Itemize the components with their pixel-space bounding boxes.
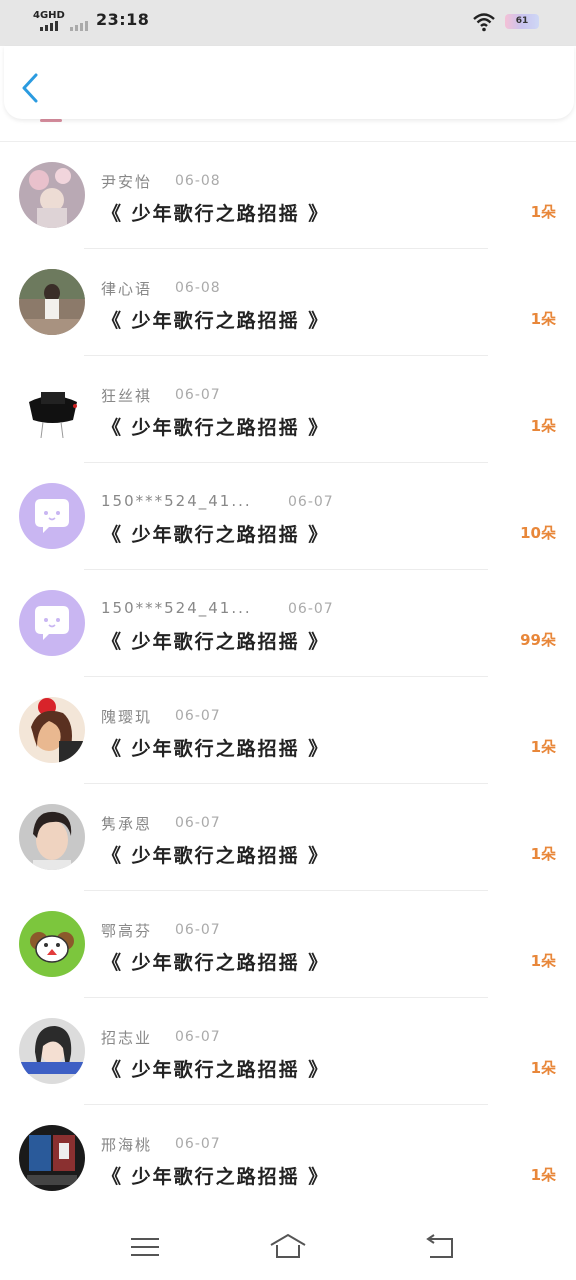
date: 06-08	[175, 280, 221, 296]
chevron-left-icon[interactable]	[18, 72, 42, 104]
book-title: 《 少年歌行之路招摇 》	[102, 952, 330, 974]
menu-icon[interactable]	[125, 1231, 165, 1263]
default-chat-avatar[interactable]	[19, 483, 85, 549]
book-title: 《 少年歌行之路招摇 》	[102, 203, 330, 225]
user-name: 律心语	[101, 280, 153, 298]
date: 06-07	[175, 387, 221, 403]
signal-icon	[40, 21, 58, 31]
flower-count: 1朵	[530, 952, 556, 970]
user-name: 狂丝祺	[101, 387, 153, 405]
default-chat-avatar[interactable]	[19, 590, 85, 656]
flower-count: 99朵	[520, 631, 556, 649]
date: 06-07	[175, 1029, 221, 1045]
user-name: 150***524_41...	[101, 599, 252, 617]
list-item[interactable]: 招志业 06-07 《 少年歌行之路招摇 》 1朵	[0, 998, 576, 1105]
list-item[interactable]: 尹安怡 06-08 《 少年歌行之路招摇 》 1朵	[0, 142, 576, 249]
user-name: 150***524_41...	[101, 492, 252, 510]
user-name: 鄂高芬	[101, 922, 153, 940]
list-item[interactable]: 狂丝祺 06-07 《 少年歌行之路招摇 》 1朵	[0, 356, 576, 463]
cartoon-sheep-avatar[interactable]	[19, 911, 85, 977]
wifi-icon	[473, 12, 495, 32]
battery-icon: 61	[505, 14, 539, 29]
flower-count: 1朵	[530, 1166, 556, 1184]
date: 06-07	[175, 708, 221, 724]
date: 06-07	[175, 922, 221, 938]
flower-count: 1朵	[530, 417, 556, 435]
home-icon[interactable]	[268, 1231, 308, 1263]
list-item-partial	[0, 119, 576, 142]
avatar[interactable]	[19, 697, 85, 763]
user-name: 邢海桃	[101, 1136, 153, 1154]
list-item[interactable]: 150***524_41... 06-07 《 少年歌行之路招摇 》 10朵	[0, 463, 576, 570]
avatar[interactable]	[19, 804, 85, 870]
date: 06-07	[288, 601, 334, 617]
status-bar: 4GHD 23:18 61	[0, 0, 576, 46]
list-item[interactable]: 律心语 06-08 《 少年歌行之路招摇 》 1朵	[0, 249, 576, 356]
user-name: 隗璎玑	[101, 708, 153, 726]
book-title: 《 少年歌行之路招摇 》	[102, 1166, 330, 1188]
user-name: 尹安怡	[101, 173, 153, 191]
system-nav-bar	[0, 1215, 576, 1280]
flower-count: 10朵	[520, 524, 556, 542]
book-title: 《 少年歌行之路招摇 》	[102, 738, 330, 760]
book-title: 《 少年歌行之路招摇 》	[102, 845, 330, 867]
flower-count: 1朵	[530, 1059, 556, 1077]
list-item[interactable]: 鄂高芬 06-07 《 少年歌行之路招摇 》 1朵	[0, 891, 576, 998]
list-item[interactable]: 隗璎玑 06-07 《 少年歌行之路招摇 》 1朵	[0, 677, 576, 784]
date: 06-07	[288, 494, 334, 510]
avatar[interactable]	[19, 376, 85, 442]
list-item[interactable]: 150***524_41... 06-07 《 少年歌行之路招摇 》 99朵	[0, 570, 576, 677]
avatar[interactable]	[19, 1018, 85, 1084]
flower-count: 1朵	[530, 738, 556, 756]
flower-count: 1朵	[530, 203, 556, 221]
clock: 23:18	[96, 10, 150, 29]
signal-icon	[70, 21, 88, 31]
avatar[interactable]	[19, 162, 85, 228]
network-type: 4GHD	[33, 10, 65, 21]
flower-count: 1朵	[530, 310, 556, 328]
avatar[interactable]	[19, 269, 85, 335]
date: 06-08	[175, 173, 221, 189]
header-bar	[4, 46, 574, 119]
list-item[interactable]: 隽承恩 06-07 《 少年歌行之路招摇 》 1朵	[0, 784, 576, 891]
user-name: 招志业	[101, 1029, 153, 1047]
book-title: 《 少年歌行之路招摇 》	[102, 524, 330, 546]
flower-count: 1朵	[530, 845, 556, 863]
date: 06-07	[175, 1136, 221, 1152]
date: 06-07	[175, 815, 221, 831]
book-title: 《 少年歌行之路招摇 》	[102, 310, 330, 332]
book-title: 《 少年歌行之路招摇 》	[102, 631, 330, 653]
user-name: 隽承恩	[101, 815, 153, 833]
book-title: 《 少年歌行之路招摇 》	[102, 417, 330, 439]
book-title: 《 少年歌行之路招摇 》	[102, 1059, 330, 1081]
return-icon[interactable]	[420, 1231, 460, 1263]
list-item[interactable]: 邢海桃 06-07 《 少年歌行之路招摇 》 1朵	[0, 1105, 576, 1212]
avatar[interactable]	[19, 1125, 85, 1191]
